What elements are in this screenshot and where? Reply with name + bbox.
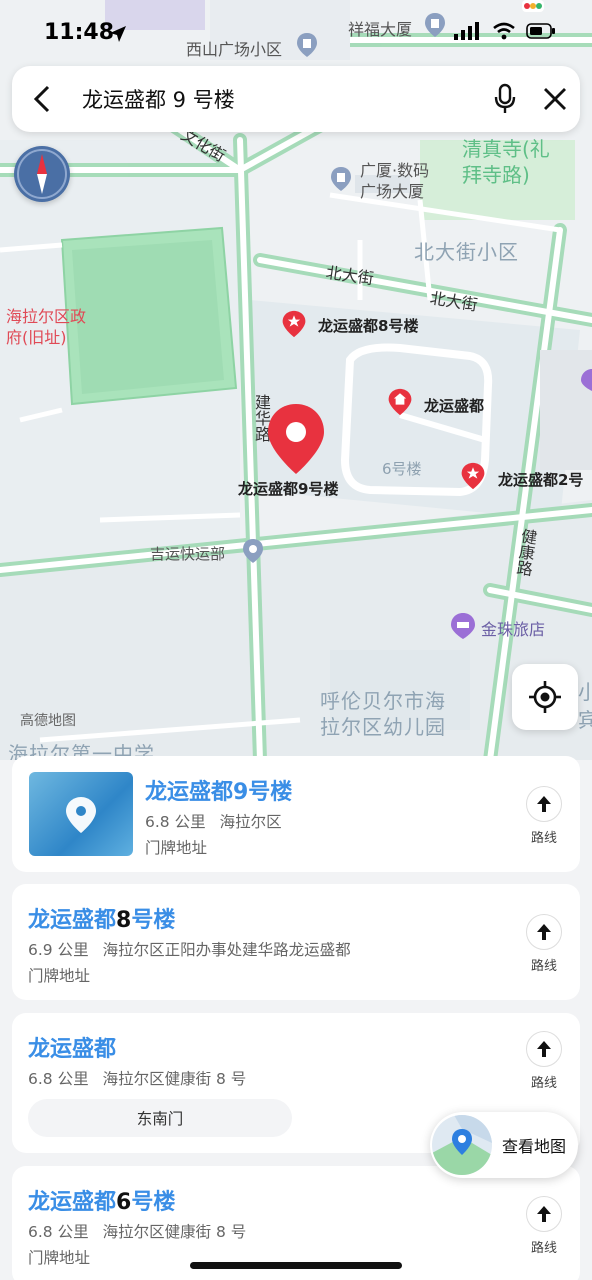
route-button[interactable]: 路线 [524,1196,564,1256]
entrance-chip[interactable]: 东南门 [28,1099,292,1137]
route-button[interactable]: 路线 [524,1031,564,1091]
map-label-amap: 高德地图 [20,713,76,729]
chevron-left-icon [33,85,50,113]
wifi-icon [493,22,515,40]
arrow-up-icon [537,796,551,812]
route-button[interactable]: 路线 [524,786,564,846]
map-label-lysd[interactable]: 龙运盛都 [424,395,484,416]
search-bar[interactable]: 龙运盛都 9 号楼 [12,66,580,132]
view-map-label: 查看地图 [502,1137,567,1156]
map-label-lysd-2[interactable]: 龙运盛都2号 [498,469,583,490]
map-label-kindergarten: 呼伦贝尔市海 拉尔区幼儿园 [320,689,446,739]
result-info: 6.8 公里 海拉尔区健康街 8 号 [28,1223,247,1241]
selected-location-pin-icon[interactable] [266,402,326,476]
microphone-icon [494,83,516,113]
locate-me-button[interactable] [512,664,578,730]
result-title[interactable]: 龙运盛都9号楼 [145,774,292,806]
map-label-jiyun: 吉运快运部 [150,545,226,563]
view-map-button[interactable]: 查看地图 [430,1112,578,1178]
result-title[interactable]: 龙运盛都8号楼 [28,902,175,934]
map-label-building-6: 6号楼 [382,460,422,478]
back-button[interactable] [12,66,72,132]
arrow-up-icon [537,1206,551,1222]
crosshair-icon [529,681,561,713]
battery-icon [526,23,555,39]
map-thumbnail-icon [432,1115,492,1175]
cellular-signal-icon [454,22,479,40]
result-type: 门牌地址 [145,839,208,857]
close-icon [544,88,566,110]
clear-button[interactable] [530,66,580,132]
result-info: 6.8 公里 海拉尔区健康街 8 号 [28,1070,247,1088]
route-button[interactable]: 路线 [524,914,564,974]
compass-icon [17,149,67,199]
map-label-edge-1: 小 [578,680,592,704]
status-time: 11:48 [44,20,115,45]
result-type: 门牌地址 [28,1249,91,1267]
result-card[interactable]: 龙运盛都8号楼 6.9 公里 海拉尔区正阳办事处建华路龙运盛都 门牌地址 路线 [12,884,580,1000]
location-pin-icon [66,797,96,833]
location-arrow-icon [110,26,126,42]
map-label-jinzhu: 金珠旅店 [481,620,546,639]
map-label-beidajie-xiaoqu: 北大街小区 [414,240,519,264]
home-indicator [190,1262,402,1269]
hotel-pin-icon [451,613,475,639]
result-title[interactable]: 龙运盛都 [28,1031,116,1063]
status-bar: 11:48 [0,0,592,64]
result-info: 6.9 公里 海拉尔区正阳办事处建华路龙运盛都 [28,941,351,959]
search-input[interactable]: 龙运盛都 9 号楼 [72,84,480,114]
map-label-qingzhen: 清真寺(礼 拜寺路) [462,137,550,187]
building-pin-icon [331,167,351,191]
map-label-edge-2: 宾旅 [578,708,592,732]
residential-pin-icon[interactable] [386,388,414,416]
star-pin-icon[interactable] [280,310,308,338]
map-label-lysd-9[interactable]: 龙运盛都9号楼 [238,478,338,499]
star-pin-icon[interactable] [459,462,487,490]
result-type: 门牌地址 [28,967,91,985]
poi-pin-icon [581,369,592,391]
arrow-up-icon [537,1041,551,1057]
result-thumbnail [29,772,133,856]
arrow-up-icon [537,924,551,940]
map-label-hailaer-gov: 海拉尔区政 府(旧址) [6,307,87,347]
location-pin-icon [243,539,263,563]
map-label-guangxia: 广厦·数码 广场大厦 [360,161,430,201]
compass-button[interactable] [14,146,70,202]
voice-search-button[interactable] [480,66,530,132]
result-info: 6.8 公里 海拉尔区 [145,813,282,831]
result-card[interactable]: 龙运盛都9号楼 6.8 公里 海拉尔区 门牌地址 路线 [12,756,580,872]
result-title[interactable]: 龙运盛都6号楼 [28,1184,175,1216]
map-label-lysd-8[interactable]: 龙运盛都8号楼 [318,315,418,336]
